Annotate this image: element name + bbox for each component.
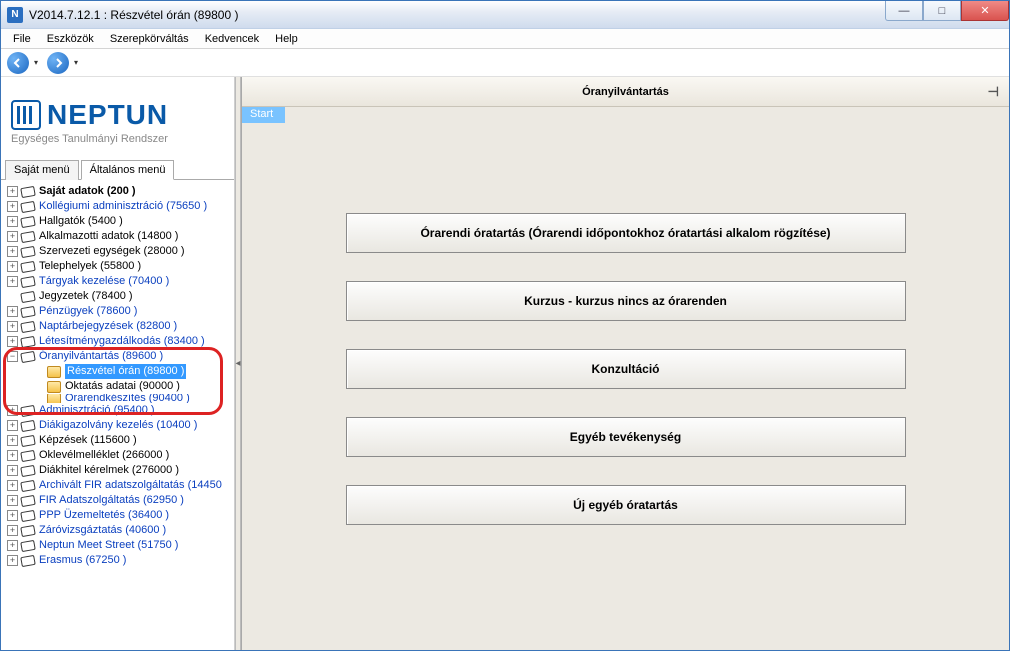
tab-general-menu[interactable]: Általános menü bbox=[81, 160, 175, 180]
btn-uj-egyeb-oratartas[interactable]: Új egyéb óratartás bbox=[346, 485, 906, 525]
main-panel: Óranyilvántartás ⊣ Start Órarendi óratar… bbox=[241, 77, 1009, 650]
tree-item-adminisztracio[interactable]: +Adminisztráció (95400 ) bbox=[5, 403, 234, 418]
diamond-icon bbox=[20, 230, 36, 242]
tree-item-targyak[interactable]: +Tárgyak kezelése (70400 ) bbox=[5, 274, 234, 289]
diamond-icon bbox=[20, 335, 36, 347]
tree-item-archivalt-fir[interactable]: +Archivált FIR adatszolgáltatás (14450 bbox=[5, 478, 234, 493]
logo-tagline: Egységes Tanulmányi Rendszer bbox=[11, 133, 224, 145]
menu-tree[interactable]: +Saját adatok (200 ) +Kollégiumi adminis… bbox=[1, 180, 234, 650]
form-icon bbox=[47, 394, 61, 403]
app-icon: N bbox=[7, 7, 23, 23]
form-icon bbox=[47, 366, 61, 378]
pin-icon[interactable]: ⊣ bbox=[988, 84, 999, 100]
app-window: N V2014.7.12.1 : Részvétel órán (89800 )… bbox=[0, 0, 1010, 651]
breadcrumb: Start bbox=[242, 107, 1009, 123]
tree-item-erasmus[interactable]: +Erasmus (67250 ) bbox=[5, 553, 234, 568]
logo: NEPTUN bbox=[11, 99, 224, 131]
diamond-icon bbox=[20, 494, 36, 506]
tree-item-telephelyek[interactable]: +Telephelyek (55800 ) bbox=[5, 259, 234, 274]
close-button[interactable]: ✕ bbox=[961, 1, 1009, 21]
diamond-icon bbox=[20, 479, 36, 491]
diamond-icon bbox=[20, 449, 36, 461]
btn-orarendi-oratartas[interactable]: Órarendi óratartás (Órarendi időpontokho… bbox=[346, 213, 906, 253]
tree-item-oklevelmelleklet[interactable]: +Oklevélmelléklet (266000 ) bbox=[5, 448, 234, 463]
content-area: Órarendi óratartás (Órarendi időpontokho… bbox=[242, 123, 1009, 650]
tree-item-letesitmeny[interactable]: +Létesítménygazdálkodás (83400 ) bbox=[5, 334, 234, 349]
sidebar-tabs: Saját menü Általános menü bbox=[1, 159, 234, 180]
menu-roleswitch[interactable]: Szerepkörváltás bbox=[102, 31, 197, 47]
button-stack: Órarendi óratartás (Órarendi időpontokho… bbox=[242, 143, 1009, 555]
logo-area: NEPTUN Egységes Tanulmányi Rendszer bbox=[1, 77, 234, 151]
nav-forward-button[interactable] bbox=[47, 52, 69, 74]
diamond-icon bbox=[20, 419, 36, 431]
diamond-icon bbox=[20, 245, 36, 257]
tree-item-oktatas-adatai[interactable]: Oktatás adatai (90000 ) bbox=[5, 379, 234, 394]
tree-item-diakigazolvany[interactable]: +Diákigazolvány kezelés (10400 ) bbox=[5, 418, 234, 433]
tree-item-sajat-adatok[interactable]: +Saját adatok (200 ) bbox=[5, 184, 234, 199]
tab-own-menu[interactable]: Saját menü bbox=[5, 160, 79, 180]
diamond-icon bbox=[20, 464, 36, 476]
menu-help[interactable]: Help bbox=[267, 31, 306, 47]
btn-konzultacio[interactable]: Konzultáció bbox=[346, 349, 906, 389]
main-title: Óranyilvántartás bbox=[582, 86, 669, 98]
nav-back-button[interactable] bbox=[7, 52, 29, 74]
diamond-icon bbox=[20, 290, 36, 302]
main-header: Óranyilvántartás ⊣ bbox=[242, 77, 1009, 107]
tree-item-fir-adatszolg[interactable]: +FIR Adatszolgáltatás (62950 ) bbox=[5, 493, 234, 508]
diamond-icon bbox=[20, 185, 36, 197]
splitter-grip-icon: ◂ bbox=[235, 358, 240, 369]
diamond-icon bbox=[20, 539, 36, 551]
window-title: V2014.7.12.1 : Részvétel órán (89800 ) bbox=[29, 8, 885, 22]
btn-kurzus-nincs-orarenden[interactable]: Kurzus - kurzus nincs az órarenden bbox=[346, 281, 906, 321]
titlebar: N V2014.7.12.1 : Részvétel órán (89800 )… bbox=[1, 1, 1009, 29]
logo-text: NEPTUN bbox=[47, 99, 168, 131]
tree-item-ppp[interactable]: +PPP Üzemeltetés (36400 ) bbox=[5, 508, 234, 523]
tree-item-neptun-meet-street[interactable]: +Neptun Meet Street (51750 ) bbox=[5, 538, 234, 553]
minimize-button[interactable]: — bbox=[885, 1, 923, 21]
diamond-icon bbox=[20, 200, 36, 212]
menu-file[interactable]: File bbox=[5, 31, 39, 47]
diamond-icon bbox=[20, 350, 36, 362]
tree-item-diakhitel[interactable]: +Diákhitel kérelmek (276000 ) bbox=[5, 463, 234, 478]
tree-item-jegyzetek[interactable]: +Jegyzetek (78400 ) bbox=[5, 289, 234, 304]
nav-toolbar: ▾ ▾ bbox=[1, 49, 1009, 77]
tree-item-reszvetel-oran[interactable]: Részvétel órán (89800 ) bbox=[5, 364, 234, 379]
btn-egyeb-tevekenyseg[interactable]: Egyéb tevékenység bbox=[346, 417, 906, 457]
tree-item-alkalmazotti[interactable]: +Alkalmazotti adatok (14800 ) bbox=[5, 229, 234, 244]
body: NEPTUN Egységes Tanulmányi Rendszer Sajá… bbox=[1, 77, 1009, 650]
tree-item-zarovizsga[interactable]: +Záróvizsgáztatás (40600 ) bbox=[5, 523, 234, 538]
form-icon bbox=[47, 381, 61, 393]
diamond-icon bbox=[20, 434, 36, 446]
tree-item-oranyilvantartas[interactable]: −Óranyilvántartás (89600 ) bbox=[5, 349, 234, 364]
diamond-icon bbox=[20, 275, 36, 287]
tree-item-szervezeti[interactable]: +Szervezeti egységek (28000 ) bbox=[5, 244, 234, 259]
logo-mark-icon bbox=[11, 100, 41, 130]
nav-back-dropdown[interactable]: ▾ bbox=[31, 52, 41, 74]
diamond-icon bbox=[20, 215, 36, 227]
tree-item-orarendkeszites[interactable]: Órarendkészítés (90400 ) bbox=[5, 394, 234, 403]
tree-item-hallgatok[interactable]: +Hallgatók (5400 ) bbox=[5, 214, 234, 229]
diamond-icon bbox=[20, 524, 36, 536]
diamond-icon bbox=[20, 509, 36, 521]
diamond-icon bbox=[20, 320, 36, 332]
window-buttons: — □ ✕ bbox=[885, 1, 1009, 28]
diamond-icon bbox=[20, 554, 36, 566]
menu-tools[interactable]: Eszközök bbox=[39, 31, 102, 47]
tree-item-kollegiumi[interactable]: +Kollégiumi adminisztráció (75650 ) bbox=[5, 199, 234, 214]
sidebar: NEPTUN Egységes Tanulmányi Rendszer Sajá… bbox=[1, 77, 235, 650]
diamond-icon bbox=[20, 305, 36, 317]
nav-forward-dropdown[interactable]: ▾ bbox=[71, 52, 81, 74]
tree-item-penzugyek[interactable]: +Pénzügyek (78600 ) bbox=[5, 304, 234, 319]
tree-item-kepzesek[interactable]: +Képzések (115600 ) bbox=[5, 433, 234, 448]
maximize-button[interactable]: □ bbox=[923, 1, 961, 21]
breadcrumb-start[interactable]: Start bbox=[242, 107, 285, 123]
diamond-icon bbox=[20, 404, 36, 416]
diamond-icon bbox=[20, 260, 36, 272]
tree-item-naptar[interactable]: +Naptárbejegyzések (82800 ) bbox=[5, 319, 234, 334]
menu-favorites[interactable]: Kedvencek bbox=[197, 31, 267, 47]
menubar: File Eszközök Szerepkörváltás Kedvencek … bbox=[1, 29, 1009, 49]
